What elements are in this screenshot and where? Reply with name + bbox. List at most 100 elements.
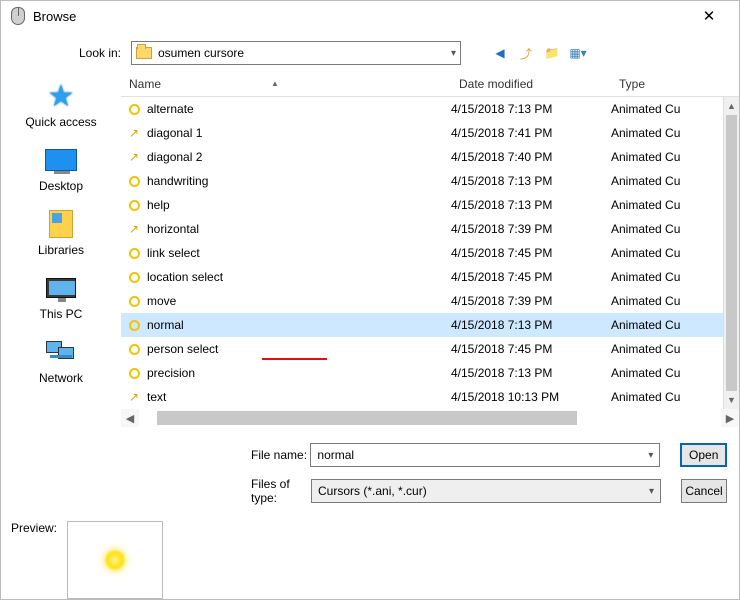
back-icon[interactable]: ◀ bbox=[491, 44, 509, 62]
close-button[interactable]: ✕ bbox=[689, 1, 729, 31]
file-type: Animated Cu bbox=[611, 198, 739, 212]
file-list-area: Name ▲ Date modified Type alternate4/15/… bbox=[121, 71, 739, 511]
scroll-down-icon[interactable]: ▼ bbox=[724, 391, 739, 409]
places-bar: ★ Quick access Desktop Libraries This PC… bbox=[1, 71, 121, 511]
nav-icon-bar: ◀ ⤴ 📁 ▦▾ bbox=[491, 44, 587, 62]
filename-combo[interactable]: normal ▾ bbox=[310, 443, 660, 467]
place-label: Quick access bbox=[25, 115, 96, 129]
filename-label: File name: bbox=[121, 448, 310, 462]
file-date: 4/15/2018 7:13 PM bbox=[451, 102, 611, 116]
file-row[interactable]: help4/15/2018 7:13 PMAnimated Cu bbox=[121, 193, 739, 217]
file-row[interactable]: move4/15/2018 7:39 PMAnimated Cu bbox=[121, 289, 739, 313]
cancel-button[interactable]: Cancel bbox=[681, 479, 727, 503]
place-desktop[interactable]: Desktop bbox=[39, 143, 83, 193]
cursor-circle-icon bbox=[121, 200, 147, 211]
file-name: move bbox=[147, 294, 451, 308]
file-row[interactable]: person select4/15/2018 7:45 PMAnimated C… bbox=[121, 337, 739, 361]
cursor-circle-icon bbox=[121, 272, 147, 283]
place-label: This PC bbox=[40, 307, 83, 321]
cursor-arrow-icon: ↗ bbox=[121, 390, 147, 404]
scroll-right-icon[interactable]: ▶ bbox=[721, 409, 739, 427]
file-name: help bbox=[147, 198, 451, 212]
col-header-name[interactable]: Name ▲ bbox=[121, 77, 451, 91]
file-row[interactable]: ↗diagonal 14/15/2018 7:41 PMAnimated Cu bbox=[121, 121, 739, 145]
view-menu-icon[interactable]: ▦▾ bbox=[569, 44, 587, 62]
file-type: Animated Cu bbox=[611, 150, 739, 164]
file-name: text bbox=[147, 390, 451, 404]
file-name: person select bbox=[147, 342, 451, 356]
file-name: diagonal 2 bbox=[147, 150, 451, 164]
place-quick-access[interactable]: ★ Quick access bbox=[25, 79, 96, 129]
file-row[interactable]: location select4/15/2018 7:45 PMAnimated… bbox=[121, 265, 739, 289]
chevron-down-icon: ▾ bbox=[451, 48, 456, 59]
file-row[interactable]: ↗diagonal 24/15/2018 7:40 PMAnimated Cu bbox=[121, 145, 739, 169]
cursor-circle-icon bbox=[121, 176, 147, 187]
file-date: 4/15/2018 7:39 PM bbox=[451, 294, 611, 308]
lookin-value: osumen cursore bbox=[158, 46, 451, 60]
sort-caret-icon: ▲ bbox=[271, 79, 279, 88]
vertical-scrollbar[interactable]: ▲ ▼ bbox=[723, 97, 739, 409]
file-name: alternate bbox=[147, 102, 451, 116]
cursor-circle-icon bbox=[121, 248, 147, 259]
file-row[interactable]: ↗text4/15/2018 10:13 PMAnimated Cu bbox=[121, 385, 739, 409]
place-libraries[interactable]: Libraries bbox=[38, 207, 84, 257]
cursor-circle-icon bbox=[121, 320, 147, 331]
cursor-circle-icon bbox=[121, 344, 147, 355]
preview-label: Preview: bbox=[11, 521, 57, 535]
file-row[interactable]: normal4/15/2018 7:13 PMAnimated Cu bbox=[121, 313, 739, 337]
file-date: 4/15/2018 7:13 PM bbox=[451, 318, 611, 332]
file-date: 4/15/2018 7:45 PM bbox=[451, 246, 611, 260]
preview-box bbox=[67, 521, 163, 599]
annotation-underline bbox=[262, 358, 327, 360]
file-row[interactable]: ↗horizontal4/15/2018 7:39 PMAnimated Cu bbox=[121, 217, 739, 241]
file-type: Animated Cu bbox=[611, 318, 739, 332]
file-date: 4/15/2018 7:13 PM bbox=[451, 366, 611, 380]
place-thispc[interactable]: This PC bbox=[40, 271, 83, 321]
scroll-up-icon[interactable]: ▲ bbox=[724, 97, 739, 115]
file-date: 4/15/2018 7:13 PM bbox=[451, 174, 611, 188]
window-title: Browse bbox=[33, 9, 689, 24]
mouse-icon bbox=[11, 7, 25, 25]
filetype-label: Files of type: bbox=[121, 477, 311, 505]
open-button[interactable]: Open bbox=[680, 443, 727, 467]
file-row[interactable]: precision4/15/2018 7:13 PMAnimated Cu bbox=[121, 361, 739, 385]
file-rows: alternate4/15/2018 7:13 PMAnimated Cu↗di… bbox=[121, 97, 739, 409]
cursor-arrow-icon: ↗ bbox=[121, 126, 147, 140]
hscroll-track[interactable] bbox=[139, 409, 721, 427]
place-label: Network bbox=[39, 371, 83, 385]
chevron-down-icon: ▾ bbox=[648, 450, 653, 461]
place-network[interactable]: Network bbox=[39, 335, 83, 385]
preview-row: Preview: bbox=[1, 511, 739, 599]
cursor-arrow-icon: ↗ bbox=[121, 222, 147, 236]
file-name: horizontal bbox=[147, 222, 451, 236]
new-folder-icon[interactable]: 📁 bbox=[543, 44, 561, 62]
scroll-thumb[interactable] bbox=[726, 115, 737, 395]
filetype-combo[interactable]: Cursors (*.ani, *.cur) ▾ bbox=[311, 479, 661, 503]
file-date: 4/15/2018 7:39 PM bbox=[451, 222, 611, 236]
filetype-value: Cursors (*.ani, *.cur) bbox=[318, 484, 649, 498]
file-date: 4/15/2018 7:45 PM bbox=[451, 342, 611, 356]
file-row[interactable]: handwriting4/15/2018 7:13 PMAnimated Cu bbox=[121, 169, 739, 193]
cursor-circle-icon bbox=[121, 368, 147, 379]
chevron-down-icon: ▾ bbox=[649, 486, 654, 497]
scroll-left-icon[interactable]: ◀ bbox=[121, 409, 139, 427]
folder-icon bbox=[136, 47, 152, 59]
col-header-date[interactable]: Date modified bbox=[451, 77, 611, 91]
file-name: link select bbox=[147, 246, 451, 260]
horizontal-scrollbar[interactable]: ◀ ▶ bbox=[121, 409, 739, 427]
lookin-combo[interactable]: osumen cursore ▾ bbox=[131, 41, 461, 65]
filename-value: normal bbox=[317, 448, 648, 462]
file-type: Animated Cu bbox=[611, 294, 739, 308]
file-type: Animated Cu bbox=[611, 366, 739, 380]
file-name: precision bbox=[147, 366, 451, 380]
file-row[interactable]: link select4/15/2018 7:45 PMAnimated Cu bbox=[121, 241, 739, 265]
network-icon bbox=[46, 341, 76, 363]
file-row[interactable]: alternate4/15/2018 7:13 PMAnimated Cu bbox=[121, 97, 739, 121]
col-header-type[interactable]: Type bbox=[611, 77, 723, 91]
place-label: Libraries bbox=[38, 243, 84, 257]
file-type: Animated Cu bbox=[611, 102, 739, 116]
up-icon[interactable]: ⤴ bbox=[517, 44, 535, 62]
hscroll-thumb[interactable] bbox=[157, 411, 577, 425]
file-type: Animated Cu bbox=[611, 270, 739, 284]
libraries-icon bbox=[49, 210, 73, 238]
